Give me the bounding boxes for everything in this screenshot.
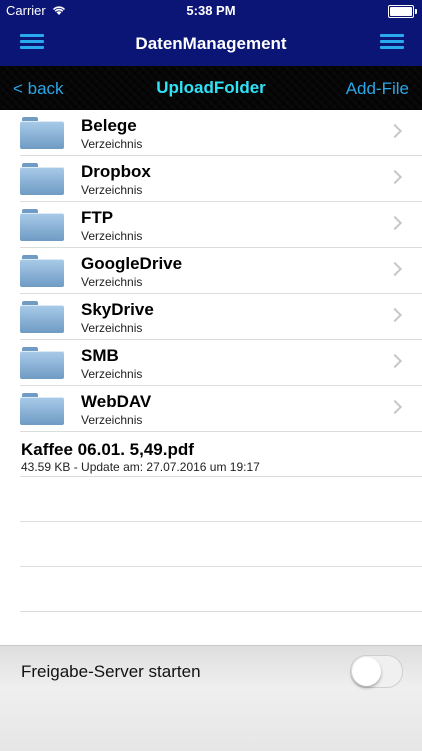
file-name: Kaffee 06.01. 5,49.pdf	[21, 440, 194, 459]
folder-icon	[20, 255, 64, 287]
battery-icon	[388, 5, 417, 18]
empty-row	[20, 477, 422, 522]
folder-icon	[20, 393, 64, 425]
folder-icon	[20, 301, 64, 333]
folder-type: Verzeichnis	[81, 229, 143, 243]
status-time: 5:38 PM	[186, 3, 236, 18]
folder-name: Belege	[81, 116, 137, 135]
chevron-right-icon	[387, 169, 403, 185]
folder-icon	[20, 347, 64, 379]
folder-name: SMB	[81, 346, 119, 365]
chevron-right-icon	[387, 399, 403, 415]
empty-row	[20, 522, 422, 567]
chevron-right-icon	[387, 261, 403, 277]
folder-type: Verzeichnis	[81, 137, 143, 151]
folder-name: FTP	[81, 208, 114, 227]
page-title: DatenManagement	[135, 34, 287, 53]
folder-name: SkyDrive	[81, 300, 154, 319]
toggle-knob	[352, 657, 381, 686]
folder-row-googledrive[interactable]: GoogleDrive Verzeichnis	[20, 248, 422, 294]
file-row[interactable]: Kaffee 06.01. 5,49.pdf 43.59 KB - Update…	[20, 432, 422, 477]
server-toggle[interactable]	[350, 655, 403, 688]
folder-row-belege[interactable]: Belege Verzeichnis	[20, 110, 422, 156]
folder-type: Verzeichnis	[81, 183, 143, 197]
server-toggle-label: Freigabe-Server starten	[21, 662, 201, 681]
top-bar: Carrier 5:38 PM DatenManagement	[0, 0, 422, 66]
folder-row-smb[interactable]: SMB Verzeichnis	[20, 340, 422, 386]
folder-row-webdav[interactable]: WebDAV Verzeichnis	[20, 386, 422, 432]
status-bar: Carrier 5:38 PM	[0, 0, 422, 22]
chevron-right-icon	[387, 353, 403, 369]
folder-type: Verzeichnis	[81, 321, 143, 335]
folder-icon	[20, 163, 64, 195]
server-bar: Freigabe-Server starten	[0, 645, 422, 751]
folder-icon	[20, 209, 64, 241]
folder-name: GoogleDrive	[81, 254, 183, 273]
folder-type: Verzeichnis	[81, 367, 143, 381]
folder-name: WebDAV	[81, 392, 152, 411]
folder-icon	[20, 117, 64, 149]
file-list: Belege Verzeichnis Dropbox Verzeichnis F…	[0, 110, 422, 612]
file-info: 43.59 KB - Update am: 27.07.2016 um 19:1…	[21, 460, 260, 474]
right-menu-icon[interactable]	[380, 33, 404, 51]
folder-row-ftp[interactable]: FTP Verzeichnis	[20, 202, 422, 248]
add-file-button[interactable]: Add-File	[346, 79, 409, 99]
chevron-right-icon	[387, 307, 403, 323]
folder-row-dropbox[interactable]: Dropbox Verzeichnis	[20, 156, 422, 202]
folder-type: Verzeichnis	[81, 275, 143, 289]
chevron-right-icon	[387, 215, 403, 231]
chevron-right-icon	[387, 123, 403, 139]
folder-name: Dropbox	[81, 162, 151, 181]
empty-row	[20, 567, 422, 612]
folder-row-skydrive[interactable]: SkyDrive Verzeichnis	[20, 294, 422, 340]
folder-type: Verzeichnis	[81, 413, 143, 427]
folder-toolbar: < back UploadFolder Add-File	[0, 66, 422, 110]
